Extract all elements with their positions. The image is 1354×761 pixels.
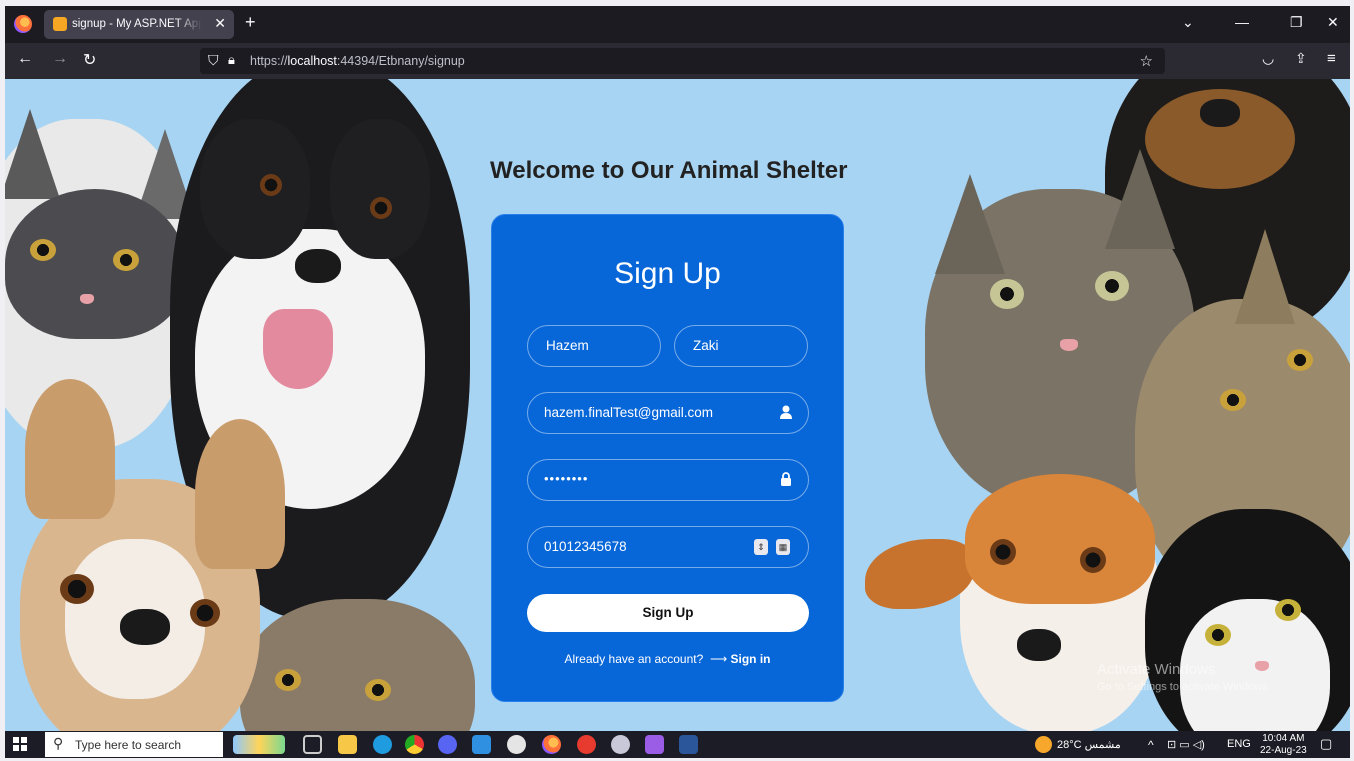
app-icon[interactable]	[611, 735, 630, 754]
url-text[interactable]: https://localhost:44394/Etbnany/signup	[250, 54, 465, 68]
close-window-icon[interactable]: ✕	[1327, 14, 1339, 31]
clock-date: 22-Aug-23	[1260, 745, 1307, 756]
navigation-bar: ← → ↻ ⛉ 🔒︎ https://localhost:44394/Etbna…	[5, 43, 1350, 79]
discord-icon[interactable]	[438, 735, 457, 754]
search-highlight-icon[interactable]	[233, 735, 285, 754]
pocket-icon[interactable]: ◡	[1262, 50, 1274, 67]
weather-text[interactable]: 28°C مشمس	[1057, 738, 1121, 751]
tray-icons[interactable]: ⊡ ▭ ◁)	[1167, 738, 1205, 751]
browser-window: signup - My ASP.NET Application ✕ + ⌄ — …	[5, 6, 1350, 758]
page-heading: Welcome to Our Animal Shelter	[490, 157, 848, 184]
vscode-icon[interactable]	[472, 735, 491, 754]
signup-button[interactable]: Sign Up	[527, 594, 809, 632]
forward-icon[interactable]: →	[52, 50, 68, 68]
bookmark-star-icon[interactable]: ☆	[1140, 52, 1153, 70]
search-icon: ⚲	[53, 735, 64, 751]
last-name-value: Zaki	[693, 338, 719, 353]
notification-icon[interactable]: ▢	[1320, 736, 1332, 752]
signup-card: Sign Up Hazem Zaki hazem.finalTest@gmail…	[491, 214, 844, 702]
favicon-icon	[53, 17, 67, 31]
media-player-icon[interactable]	[577, 735, 596, 754]
arrow-right-icon: ⟶	[709, 652, 728, 666]
email-input[interactable]: hazem.finalTest@gmail.com	[527, 392, 809, 434]
password-input[interactable]: ••••••••	[527, 459, 809, 501]
file-explorer-icon[interactable]	[338, 735, 357, 754]
taskbar: ⚲ Type here to search 28°C مشمس ^ ⊡ ▭ ◁)…	[5, 731, 1350, 758]
lock-icon	[780, 472, 792, 489]
page-content: Welcome to Our Animal Shelter Sign Up Ha…	[5, 79, 1350, 731]
clock[interactable]: 10:04 AM 22-Aug-23	[1260, 733, 1307, 757]
restore-icon[interactable]: ❐	[1290, 14, 1303, 31]
close-tab-icon[interactable]: ✕	[214, 15, 226, 32]
edge-icon[interactable]	[373, 735, 392, 754]
minimize-icon[interactable]: —	[1235, 14, 1249, 30]
user-icon	[780, 405, 792, 422]
tray-chevron-icon[interactable]: ^	[1148, 738, 1154, 752]
windows-start-icon[interactable]	[13, 737, 27, 751]
password-value: ••••••••	[544, 471, 589, 486]
signup-title: Sign Up	[614, 257, 721, 290]
phone-grid-icon[interactable]: ▦	[776, 539, 790, 555]
number-spinner-icon[interactable]: ⇕	[754, 539, 768, 555]
whatsapp-icon[interactable]	[507, 735, 526, 754]
visual-studio-icon[interactable]	[645, 735, 664, 754]
firefox-taskbar-icon[interactable]	[542, 735, 561, 754]
activate-windows-watermark: Activate Windows Go to Settings to activ…	[1097, 661, 1271, 693]
lock-icon[interactable]: 🔒︎	[228, 52, 235, 68]
tracking-shield-icon[interactable]: ⛉	[208, 52, 219, 69]
word-icon[interactable]	[679, 735, 698, 754]
reload-icon[interactable]: ↻	[83, 50, 96, 70]
url-bar[interactable]: ⛉ 🔒︎ https://localhost:44394/Etbnany/sig…	[200, 48, 1165, 74]
taskbar-search-box[interactable]: ⚲ Type here to search	[45, 732, 223, 757]
phone-input[interactable]: 01012345678 ⇕ ▦	[527, 526, 809, 568]
phone-value: 01012345678	[544, 539, 627, 554]
first-name-input[interactable]: Hazem	[527, 325, 661, 367]
new-tab-icon[interactable]: +	[245, 12, 256, 33]
weather-sun-icon[interactable]	[1035, 736, 1052, 753]
watermark-line1: Activate Windows	[1097, 661, 1216, 678]
tab-list-chevron-icon[interactable]: ⌄	[1182, 14, 1194, 31]
clock-time: 10:04 AM	[1262, 733, 1305, 744]
tab-bar: signup - My ASP.NET Application ✕ + ⌄ — …	[5, 6, 1350, 43]
last-name-input[interactable]: Zaki	[674, 325, 808, 367]
tab-title: signup - My ASP.NET Application	[72, 18, 202, 30]
signin-link[interactable]: Sign in	[730, 652, 770, 666]
language-indicator[interactable]: ENG	[1227, 738, 1251, 750]
email-value: hazem.finalTest@gmail.com	[544, 405, 714, 420]
menu-icon[interactable]: ≡	[1327, 50, 1336, 67]
signin-prompt: Already have an account? ⟶ Sign in	[492, 652, 843, 666]
task-view-icon[interactable]	[303, 735, 322, 754]
share-icon[interactable]: ⇪	[1295, 50, 1307, 67]
search-placeholder: Type here to search	[75, 738, 182, 752]
watermark-line2: Go to Settings to activate Windows.	[1097, 681, 1271, 693]
first-name-value: Hazem	[546, 338, 589, 353]
already-text: Already have an account?	[564, 652, 704, 666]
firefox-logo-icon[interactable]	[14, 15, 32, 33]
back-icon[interactable]: ←	[17, 50, 33, 68]
chrome-icon[interactable]	[405, 735, 424, 754]
tab-signup[interactable]: signup - My ASP.NET Application ✕	[44, 10, 234, 39]
